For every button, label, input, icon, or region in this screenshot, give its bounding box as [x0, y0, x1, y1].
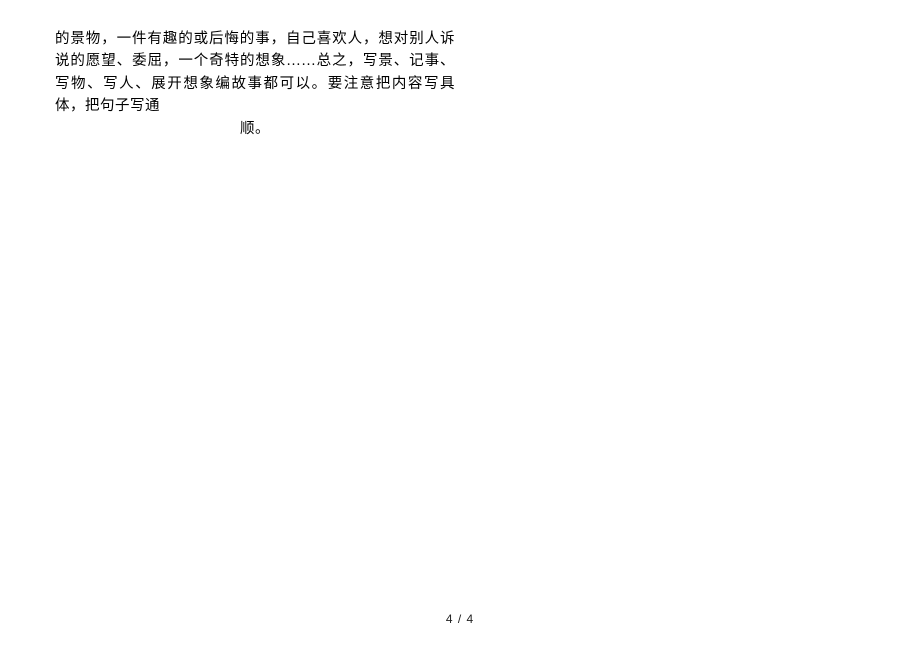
paragraph-last-line: 顺。	[55, 118, 455, 140]
page-number: 4 / 4	[0, 612, 920, 626]
paragraph-text: 的景物，一件有趣的或后悔的事，自己喜欢人，想对别人诉说的愿望、委屈，一个奇特的想…	[55, 31, 455, 114]
document-body: 的景物，一件有趣的或后悔的事，自己喜欢人，想对别人诉说的愿望、委屈，一个奇特的想…	[55, 28, 455, 140]
